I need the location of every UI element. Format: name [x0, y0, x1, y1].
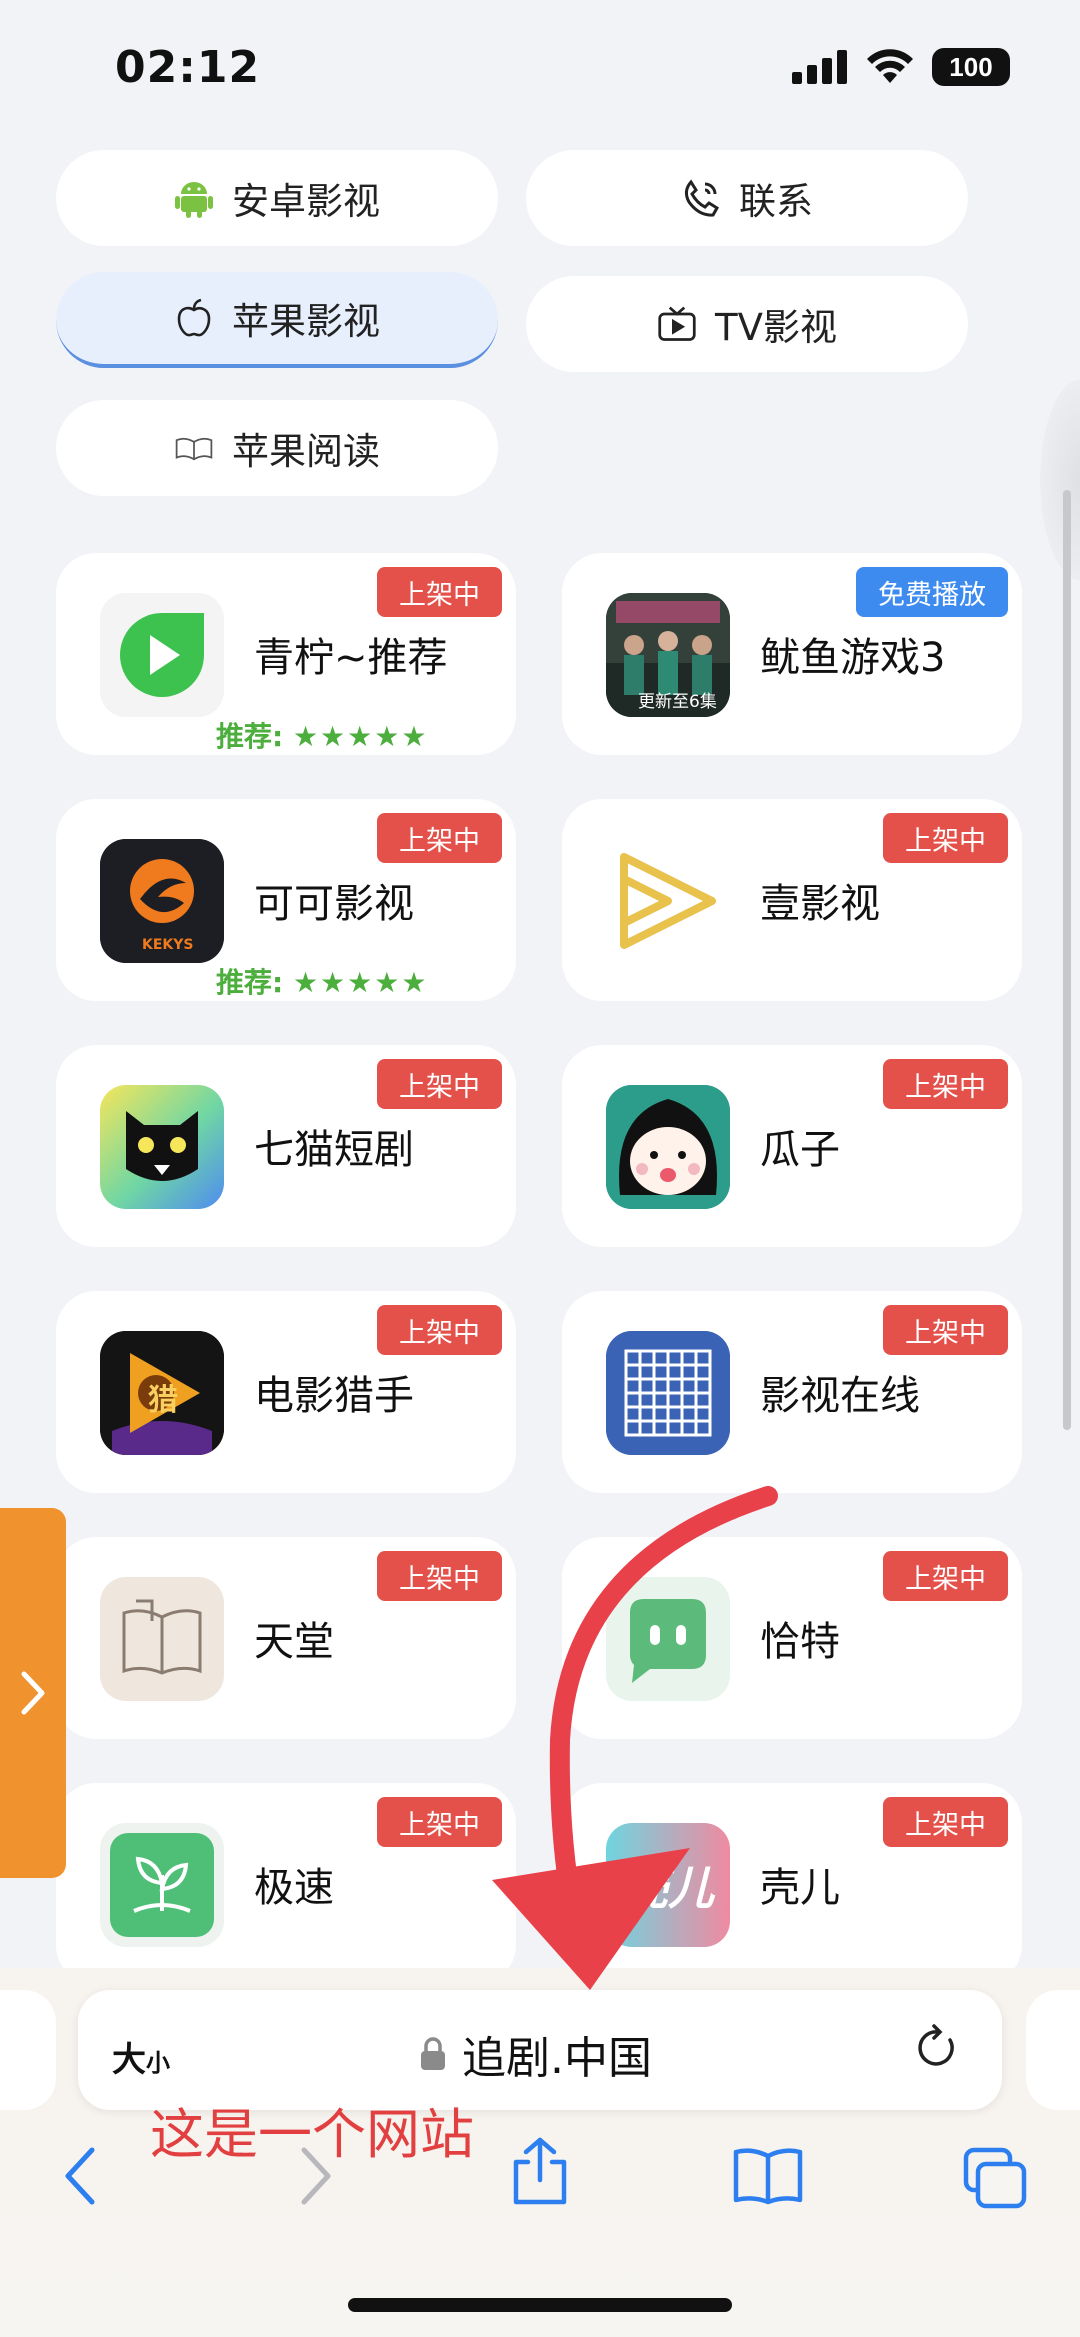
status-badge: 上架中 [377, 1305, 502, 1355]
status-badge: 上架中 [883, 1797, 1008, 1847]
side-expand-tab[interactable] [0, 1508, 66, 1878]
tv-icon [657, 304, 697, 344]
app-name: 青柠~推荐 [254, 635, 448, 681]
chevron-right-icon [21, 1671, 45, 1715]
pill-label: 安卓影视 [232, 180, 380, 223]
page-size-button[interactable]: 大小 [112, 2032, 170, 2081]
tiantang-app-icon [100, 1577, 224, 1701]
squid-game-poster-icon: 更新至6集 [606, 593, 730, 717]
app-name: 可可影视 [254, 881, 414, 927]
app-name: 鱿鱼游戏3 [760, 635, 946, 681]
movie-hunter-app-icon: 猎 [100, 1331, 224, 1455]
pill-label: 联系 [739, 180, 813, 223]
pill-apple-video[interactable]: 苹果影视 [56, 272, 498, 368]
annotation-arrow [492, 1486, 778, 1990]
app-card-tiantang[interactable]: 天堂 上架中 [56, 1537, 516, 1739]
keke-app-icon: KEKYS [100, 839, 224, 963]
app-card-qimao[interactable]: 七猫短剧 上架中 [56, 1045, 516, 1247]
qingning-app-icon [100, 593, 224, 717]
edge-shadow [1040, 380, 1080, 580]
poster-caption: 更新至6集 [638, 692, 717, 712]
battery-indicator: 100 [932, 48, 1010, 86]
app-card-yi[interactable]: 壹影视 上架中 [562, 799, 1022, 1001]
yi-app-icon [606, 839, 730, 963]
status-badge: 上架中 [377, 1059, 502, 1109]
reload-button[interactable] [912, 2022, 960, 2078]
bookmarks-icon[interactable] [732, 2146, 804, 2206]
pill-android-video[interactable]: 安卓影视 [56, 150, 498, 246]
android-icon [174, 178, 214, 218]
forward-icon[interactable] [296, 2146, 336, 2206]
app-name: 壹影视 [760, 881, 880, 927]
recommend-rating: 推荐: ★★★★★ [216, 720, 429, 753]
status-icons: 100 [792, 48, 1010, 86]
app-card-squid-game[interactable]: 更新至6集 鱿鱼游戏3 免费播放 [562, 553, 1022, 755]
cellular-signal-icon [792, 50, 847, 84]
qimao-app-icon [100, 1085, 224, 1209]
status-badge: 上架中 [883, 813, 1008, 863]
pill-label: 苹果影视 [232, 300, 380, 343]
status-time: 02:12 [115, 42, 261, 93]
status-badge: 上架中 [883, 1305, 1008, 1355]
pill-label: 苹果阅读 [232, 430, 380, 473]
apple-icon [174, 298, 214, 338]
lock-icon [421, 2037, 445, 2070]
app-card-jisu[interactable]: 极速 上架中 [56, 1783, 516, 1985]
app-name: 影视在线 [760, 1373, 920, 1419]
book-icon [174, 428, 214, 468]
wifi-icon [867, 49, 913, 83]
share-icon[interactable] [508, 2136, 572, 2206]
app-name: 电影猎手 [254, 1373, 414, 1419]
app-card-guazi[interactable]: 瓜子 上架中 [562, 1045, 1022, 1247]
url-text: 追剧.中国 [462, 2033, 652, 2084]
pill-tv-video[interactable]: TV影视 [526, 276, 968, 372]
app-card-keke[interactable]: KEKYS 可可影视 上架中 推荐: ★★★★★ [56, 799, 516, 1001]
previous-tab-preview[interactable] [0, 1990, 56, 2110]
url-display[interactable]: 追剧.中国 [420, 2022, 652, 2086]
back-icon[interactable] [60, 2146, 100, 2206]
home-indicator [348, 2298, 732, 2312]
app-card-movie-hunter[interactable]: 猎 电影猎手 上架中 [56, 1291, 516, 1493]
tabs-icon[interactable] [962, 2146, 1028, 2210]
app-name: 极速 [254, 1865, 334, 1911]
jisu-app-icon [100, 1823, 224, 1947]
pill-apple-reading[interactable]: 苹果阅读 [56, 400, 498, 496]
icon-caption: KEKYS [142, 937, 194, 953]
phone-icon [681, 178, 721, 218]
status-badge: 上架中 [883, 1551, 1008, 1601]
guazi-app-icon [606, 1085, 730, 1209]
app-name: 七猫短剧 [254, 1127, 414, 1173]
recommend-rating: 推荐: ★★★★★ [216, 966, 429, 999]
scrollbar[interactable] [1063, 490, 1071, 1430]
status-badge: 免费播放 [856, 567, 1008, 617]
status-badge: 上架中 [377, 813, 502, 863]
pill-label: TV影视 [715, 306, 837, 349]
star-rating: ★★★★★ [292, 720, 429, 753]
video-online-app-icon [606, 1331, 730, 1455]
next-tab-preview[interactable] [1026, 1990, 1080, 2110]
status-badge: 上架中 [377, 567, 502, 617]
app-name: 天堂 [254, 1619, 334, 1665]
reload-icon [918, 2024, 954, 2066]
app-card-video-online[interactable]: 影视在线 上架中 [562, 1291, 1022, 1493]
pill-contact[interactable]: 联系 [526, 150, 968, 246]
status-badge: 上架中 [883, 1059, 1008, 1109]
app-name: 瓜子 [760, 1127, 840, 1173]
app-card-qingning[interactable]: 青柠~推荐 上架中 推荐: ★★★★★ [56, 553, 516, 755]
icon-caption: 猎 [148, 1383, 178, 1418]
star-rating: ★★★★★ [292, 966, 429, 999]
